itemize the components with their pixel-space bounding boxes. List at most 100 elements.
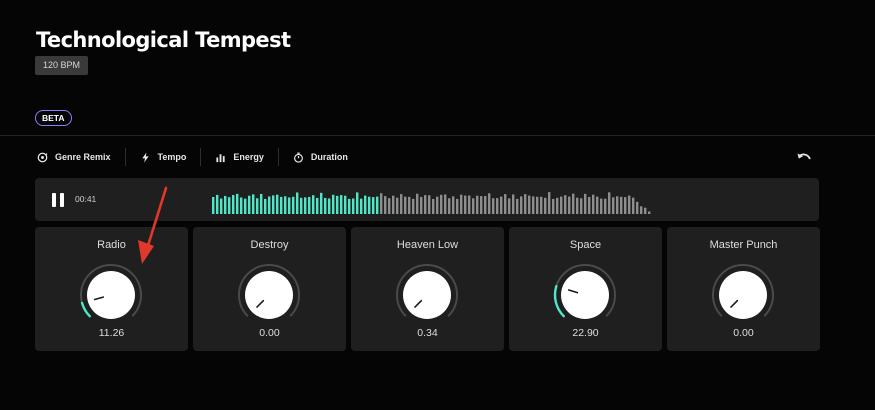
heaven-low-knob[interactable] <box>393 261 461 329</box>
toolbar: Genre Remix Tempo Energy Duration <box>37 148 376 166</box>
energy-button[interactable]: Energy <box>215 148 279 166</box>
duration-button[interactable]: Duration <box>293 148 362 166</box>
waveform-bar <box>600 198 603 214</box>
knob-panel: Radio 11.26 Destroy 0.00 Heaven Low 0.34… <box>35 227 820 351</box>
knob-label: Radio <box>97 239 126 251</box>
knob-value: 0.34 <box>417 327 438 339</box>
knob-label: Master Punch <box>709 239 778 251</box>
knob-card-space: Space 22.90 <box>509 227 662 351</box>
knob-card-heaven-low: Heaven Low 0.34 <box>351 227 504 351</box>
waveform-bar <box>576 197 579 214</box>
waveform-bar <box>412 198 415 214</box>
waveform-bar <box>504 194 507 214</box>
destroy-knob[interactable] <box>235 261 303 329</box>
knob-label: Space <box>569 239 602 251</box>
waveform-bar <box>608 192 611 214</box>
waveform-bar <box>464 195 467 214</box>
waveform-bar <box>320 192 323 214</box>
radio-knob[interactable] <box>77 261 145 329</box>
waveform-bar <box>500 196 503 214</box>
waveform-bar <box>304 197 307 214</box>
waveform-bar <box>496 198 499 214</box>
waveform-bar <box>556 197 559 214</box>
waveform-bar <box>460 194 463 214</box>
knob-body <box>403 271 451 319</box>
waveform[interactable] <box>212 190 652 214</box>
genre-remix-button[interactable]: Genre Remix <box>37 148 126 166</box>
waveform-bar <box>328 198 331 214</box>
waveform-bar <box>616 196 619 214</box>
waveform-bar <box>252 194 255 214</box>
waveform-bar <box>400 194 403 214</box>
waveform-bar <box>520 196 523 214</box>
waveform-bar <box>336 195 339 214</box>
waveform-bar <box>260 193 263 214</box>
knob-body <box>245 271 293 319</box>
waveform-bar <box>216 194 219 214</box>
waveform-bar <box>536 196 539 214</box>
waveform-bar <box>376 196 379 214</box>
waveform-bar <box>296 192 299 214</box>
waveform-bar <box>632 197 635 214</box>
tempo-button[interactable]: Tempo <box>140 148 202 166</box>
knob-card-master-punch: Master Punch 0.00 <box>667 227 820 351</box>
waveform-bar <box>236 193 239 214</box>
waveform-bar <box>308 196 311 214</box>
waveform-bar <box>568 196 571 214</box>
waveform-bar <box>644 207 647 214</box>
audio-player: 00:41 <box>35 178 819 221</box>
waveform-bar <box>432 198 435 214</box>
waveform-bar <box>444 194 447 214</box>
waveform-bar <box>416 193 419 214</box>
waveform-bar <box>356 192 359 214</box>
waveform-bar <box>604 198 607 214</box>
waveform-bar <box>380 193 383 214</box>
waveform-bar <box>628 195 631 214</box>
waveform-bar <box>636 201 639 214</box>
master-punch-knob[interactable] <box>709 261 777 329</box>
waveform-bar <box>340 195 343 214</box>
waveform-bar <box>488 193 491 214</box>
waveform-bar <box>316 197 319 214</box>
waveform-bar <box>456 198 459 214</box>
waveform-bar <box>272 195 275 214</box>
waveform-bar <box>480 196 483 214</box>
waveform-bar <box>436 196 439 214</box>
waveform-bar <box>408 196 411 214</box>
stopwatch-icon <box>293 152 303 163</box>
waveform-bar <box>620 196 623 214</box>
knob-value: 22.90 <box>572 327 599 339</box>
waveform-bar <box>544 197 547 214</box>
waveform-bar <box>312 195 315 214</box>
waveform-bar <box>468 195 471 214</box>
playback-time: 00:41 <box>75 194 97 204</box>
waveform-bar <box>528 195 531 214</box>
genre-remix-icon <box>37 152 48 162</box>
waveform-bar <box>392 195 395 214</box>
energy-label: Energy <box>233 152 264 162</box>
undo-icon[interactable] <box>797 151 812 163</box>
waveform-bar <box>596 196 599 214</box>
waveform-bar <box>276 194 279 214</box>
waveform-bar <box>648 211 651 214</box>
knob-body <box>87 271 135 319</box>
bpm-badge: 120 BPM <box>35 56 89 75</box>
waveform-bar <box>572 193 575 214</box>
pause-icon[interactable] <box>52 193 64 207</box>
waveform-bar <box>492 198 495 214</box>
waveform-bar <box>580 198 583 214</box>
waveform-bar <box>396 197 399 214</box>
waveform-bar <box>508 198 511 214</box>
waveform-bar <box>424 195 427 214</box>
knob-value: 11.26 <box>98 327 125 339</box>
waveform-bar <box>220 198 223 214</box>
waveform-bar <box>552 198 555 214</box>
space-knob[interactable] <box>551 261 619 329</box>
duration-label: Duration <box>310 152 348 162</box>
waveform-bar <box>288 197 291 214</box>
knob-label: Heaven Low <box>396 239 459 251</box>
knob-card-destroy: Destroy 0.00 <box>193 227 346 351</box>
waveform-bar <box>476 195 479 214</box>
waveform-bar <box>364 195 367 214</box>
waveform-bar <box>516 198 519 214</box>
